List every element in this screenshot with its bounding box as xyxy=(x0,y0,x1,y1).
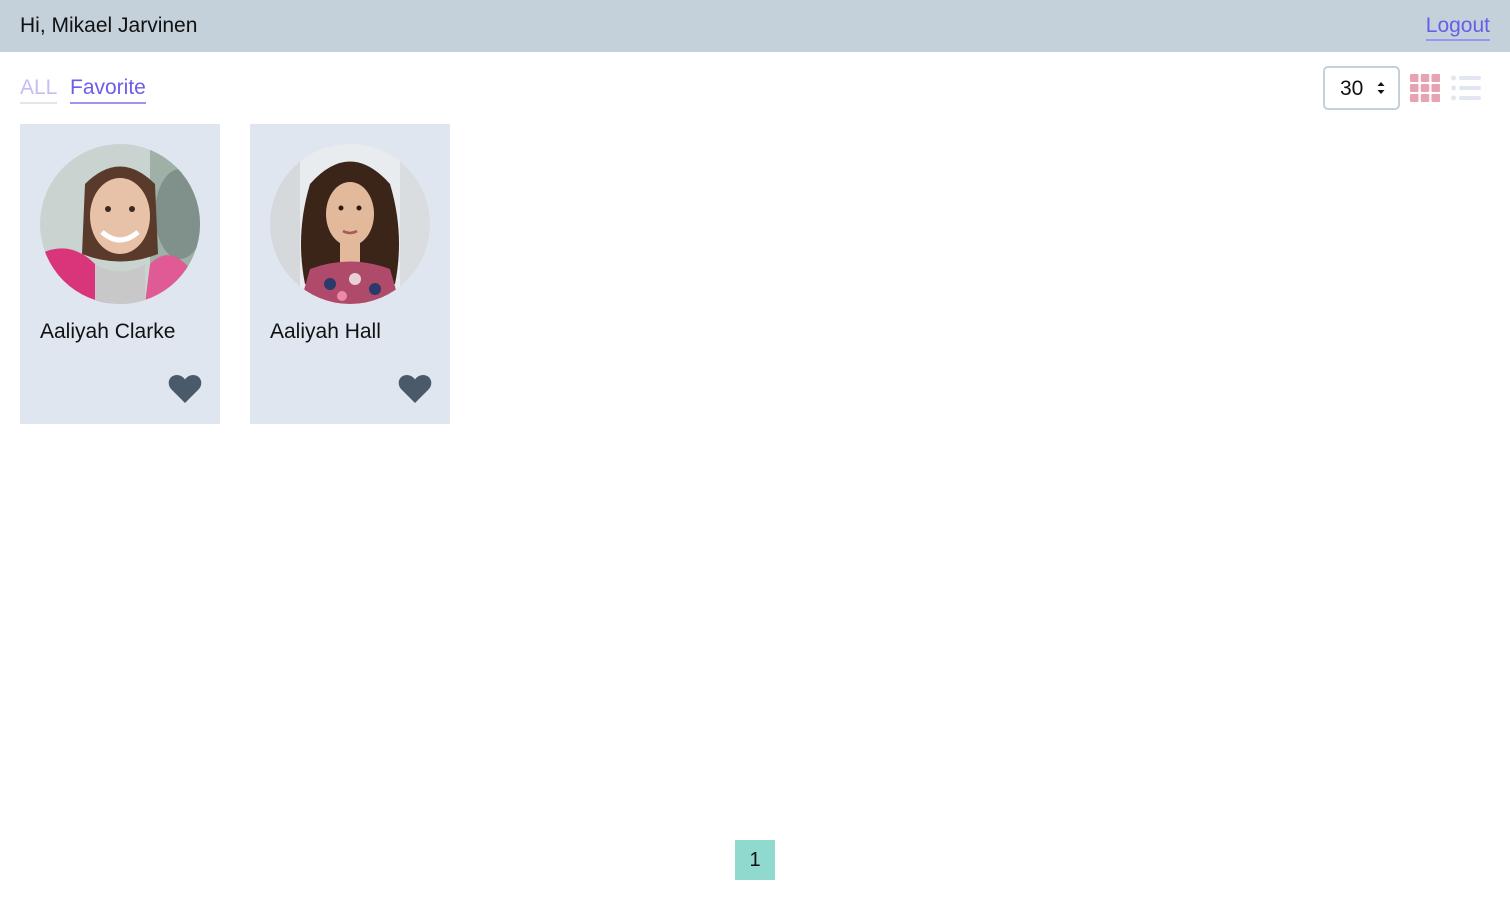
list-view-icon[interactable] xyxy=(1451,75,1481,101)
select-arrows-icon xyxy=(1377,82,1385,94)
user-name: Aaliyah Hall xyxy=(270,320,381,343)
heart-icon[interactable] xyxy=(398,374,432,404)
user-greeting: Hi, Mikael Jarvinen xyxy=(20,14,198,37)
logout-link[interactable]: Logout xyxy=(1425,13,1490,41)
grid-view-icon[interactable] xyxy=(1410,74,1440,102)
user-card[interactable]: Aaliyah Clarke xyxy=(20,124,220,424)
tab-favorite[interactable]: Favorite xyxy=(70,75,146,104)
page-button-1[interactable]: 1 xyxy=(735,840,775,880)
user-card[interactable]: Aaliyah Hall xyxy=(250,124,450,424)
page-size-value: 30 xyxy=(1340,77,1364,100)
tab-all[interactable]: ALL xyxy=(20,75,58,104)
avatar xyxy=(270,144,430,304)
page-size-select[interactable]: 30 xyxy=(1323,66,1400,110)
user-name: Aaliyah Clarke xyxy=(40,320,176,343)
heart-icon[interactable] xyxy=(168,374,202,404)
avatar xyxy=(40,144,200,304)
top-bar: Hi, Mikael Jarvinen Logout xyxy=(0,0,1510,52)
